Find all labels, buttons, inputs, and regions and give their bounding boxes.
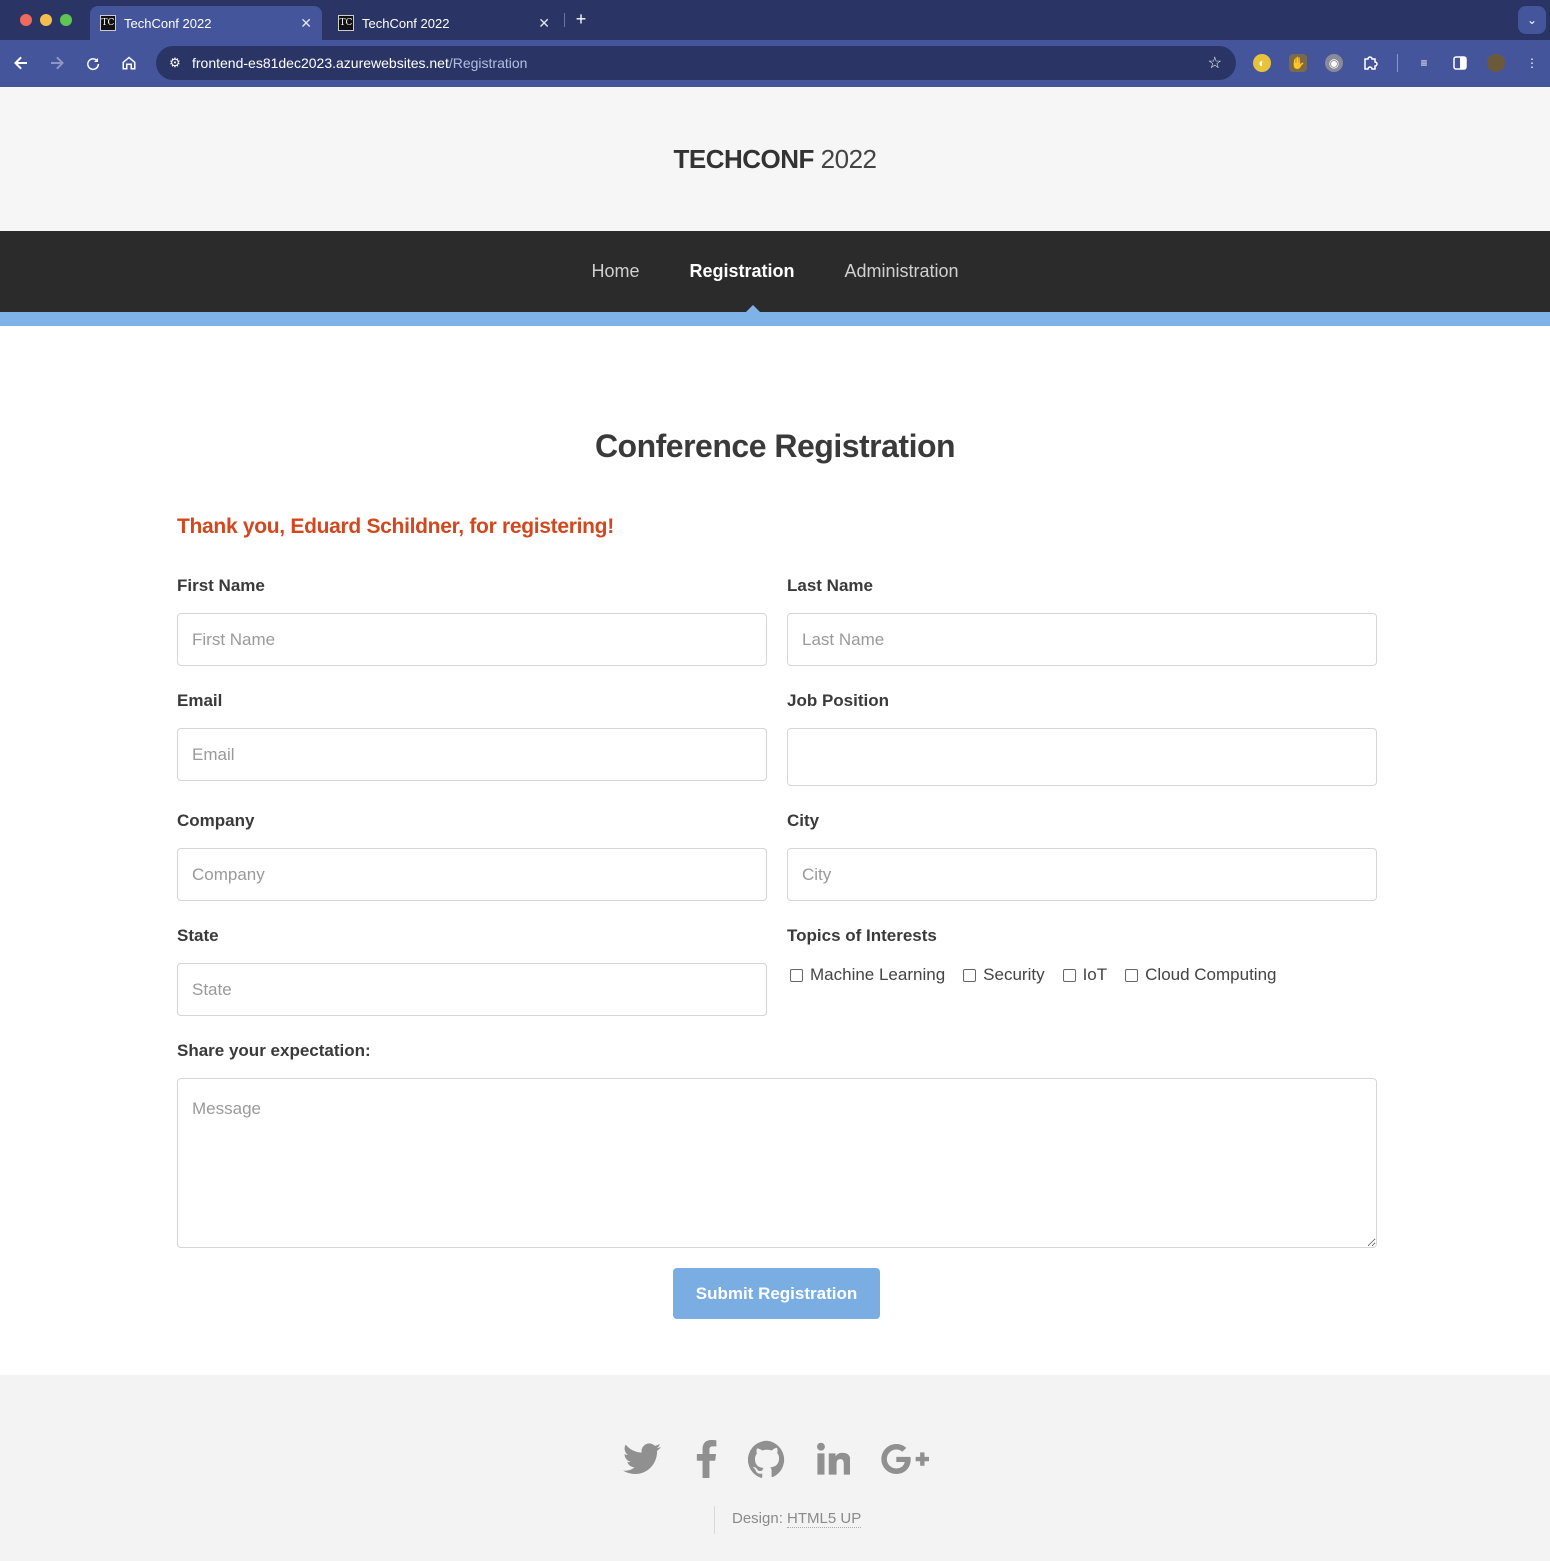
design-credit: Design: HTML5 UP bbox=[732, 1510, 862, 1528]
tab-favicon-icon: TC bbox=[100, 15, 116, 31]
browser-tab[interactable]: TC TechConf 2022 ✕ bbox=[328, 6, 560, 40]
main-nav: Home Registration Administration bbox=[0, 231, 1550, 312]
extension-compass-icon[interactable]: ◐ bbox=[1253, 54, 1271, 72]
forward-arrow-icon[interactable] bbox=[46, 52, 68, 74]
site-title[interactable]: TECHCONF 2022 bbox=[673, 143, 877, 175]
tab-close-icon[interactable]: ✕ bbox=[300, 15, 312, 32]
city-field[interactable] bbox=[787, 848, 1377, 901]
site-header: TECHCONF 2022 bbox=[0, 87, 1550, 231]
browser-tab-active[interactable]: TC TechConf 2022 ✕ bbox=[90, 6, 322, 40]
topic-checkbox[interactable] bbox=[1125, 968, 1139, 982]
first-name-label: First Name bbox=[177, 576, 265, 595]
tab-close-icon[interactable]: ✕ bbox=[538, 15, 550, 32]
message-textarea[interactable] bbox=[177, 1078, 1377, 1248]
credit-link[interactable]: HTML5 UP bbox=[787, 1510, 862, 1528]
window-minimize-button[interactable] bbox=[40, 14, 52, 26]
window-close-button[interactable] bbox=[20, 14, 32, 26]
topic-option-security[interactable]: Security bbox=[963, 965, 1045, 985]
nav-accent-stripe bbox=[0, 312, 1550, 326]
company-field[interactable] bbox=[177, 848, 767, 901]
new-tab-icon[interactable]: + bbox=[572, 9, 590, 30]
tab-divider bbox=[564, 13, 565, 27]
job-position-field[interactable] bbox=[787, 728, 1377, 786]
last-name-label: Last Name bbox=[787, 576, 873, 595]
google-plus-icon[interactable] bbox=[880, 1436, 930, 1482]
tab-title: TechConf 2022 bbox=[124, 15, 212, 31]
company-label: Company bbox=[177, 811, 255, 830]
job-position-label: Job Position bbox=[787, 691, 889, 710]
tab-favicon-icon: TC bbox=[338, 15, 354, 31]
state-field[interactable] bbox=[177, 963, 767, 1016]
back-arrow-icon[interactable] bbox=[10, 52, 32, 74]
address-bar[interactable]: ⚙ frontend-es81dec2023.azurewebsites.net… bbox=[156, 46, 1236, 80]
topic-checkbox[interactable] bbox=[1062, 968, 1076, 982]
credit-prefix: Design: bbox=[732, 1510, 783, 1527]
topic-checkbox[interactable] bbox=[790, 968, 803, 982]
toolbar-divider bbox=[1397, 54, 1398, 72]
extension-camera-icon[interactable]: ◉ bbox=[1325, 54, 1343, 72]
nav-item-registration[interactable]: Registration bbox=[689, 261, 794, 282]
reading-list-icon[interactable]: ≡ bbox=[1415, 54, 1433, 72]
url-text: frontend-es81dec2023.azurewebsites.net/R… bbox=[192, 55, 527, 71]
active-nav-indicator bbox=[745, 305, 761, 313]
topic-label: Security bbox=[983, 965, 1045, 984]
topic-checkbox[interactable] bbox=[963, 968, 977, 982]
menu-kebab-icon[interactable]: ⋮ bbox=[1523, 54, 1541, 72]
page-title: Conference Registration bbox=[594, 428, 956, 464]
city-label: City bbox=[787, 811, 820, 830]
url-host: frontend-es81dec2023.azurewebsites.net bbox=[192, 55, 449, 71]
first-name-field[interactable] bbox=[177, 613, 767, 666]
topic-label: Cloud Computing bbox=[1145, 965, 1277, 984]
browser-toolbar: ⚙ frontend-es81dec2023.azurewebsites.net… bbox=[0, 40, 1550, 87]
github-icon[interactable] bbox=[745, 1436, 789, 1482]
extensions-puzzle-icon[interactable] bbox=[1361, 54, 1379, 72]
site-title-year: 2022 bbox=[820, 143, 877, 174]
browser-tab-bar: TC TechConf 2022 ✕ TC TechConf 2022 ✕ + … bbox=[0, 0, 1550, 40]
email-label: Email bbox=[177, 691, 223, 710]
reload-icon[interactable] bbox=[82, 52, 104, 74]
success-message: Thank you, Eduard Schildner, for registe… bbox=[177, 515, 614, 538]
facebook-icon[interactable] bbox=[684, 1436, 728, 1482]
twitter-icon[interactable] bbox=[620, 1436, 664, 1482]
window-maximize-button[interactable] bbox=[60, 14, 72, 26]
topics-label: Topics of Interests bbox=[787, 926, 937, 945]
topic-option-machine-learning[interactable]: Machine Learning bbox=[790, 965, 945, 985]
topic-label: IoT bbox=[1082, 965, 1108, 984]
email-field[interactable] bbox=[177, 728, 767, 781]
bookmark-star-icon[interactable]: ☆ bbox=[1208, 53, 1222, 73]
footer-divider bbox=[714, 1506, 715, 1534]
last-name-field[interactable] bbox=[787, 613, 1377, 666]
tab-title: TechConf 2022 bbox=[362, 15, 450, 31]
url-path: /Registration bbox=[448, 55, 528, 71]
topic-option-iot[interactable]: IoT bbox=[1062, 965, 1108, 985]
site-info-icon[interactable]: ⚙ bbox=[166, 55, 184, 71]
profile-avatar-icon[interactable] bbox=[1487, 54, 1505, 72]
topic-option-cloud-computing[interactable]: Cloud Computing bbox=[1125, 965, 1277, 985]
site-title-bold: TECHCONF bbox=[673, 143, 814, 174]
social-links bbox=[620, 1436, 940, 1482]
nav-item-administration[interactable]: Administration bbox=[844, 261, 958, 282]
topics-checkbox-group: Machine Learning Security IoT Cloud Comp… bbox=[790, 965, 1295, 985]
tab-search-chevron-icon[interactable]: ⌄ bbox=[1518, 6, 1546, 34]
submit-registration-button[interactable]: Submit Registration bbox=[673, 1268, 880, 1319]
state-label: State bbox=[177, 926, 219, 945]
linkedin-icon[interactable] bbox=[811, 1436, 855, 1482]
nav-item-home[interactable]: Home bbox=[591, 261, 639, 282]
side-panel-icon[interactable] bbox=[1451, 54, 1469, 72]
message-label: Share your expectation: bbox=[177, 1041, 371, 1060]
home-icon[interactable] bbox=[118, 52, 140, 74]
topic-label: Machine Learning bbox=[810, 965, 946, 984]
extension-hands-icon[interactable]: ✋ bbox=[1289, 54, 1307, 72]
